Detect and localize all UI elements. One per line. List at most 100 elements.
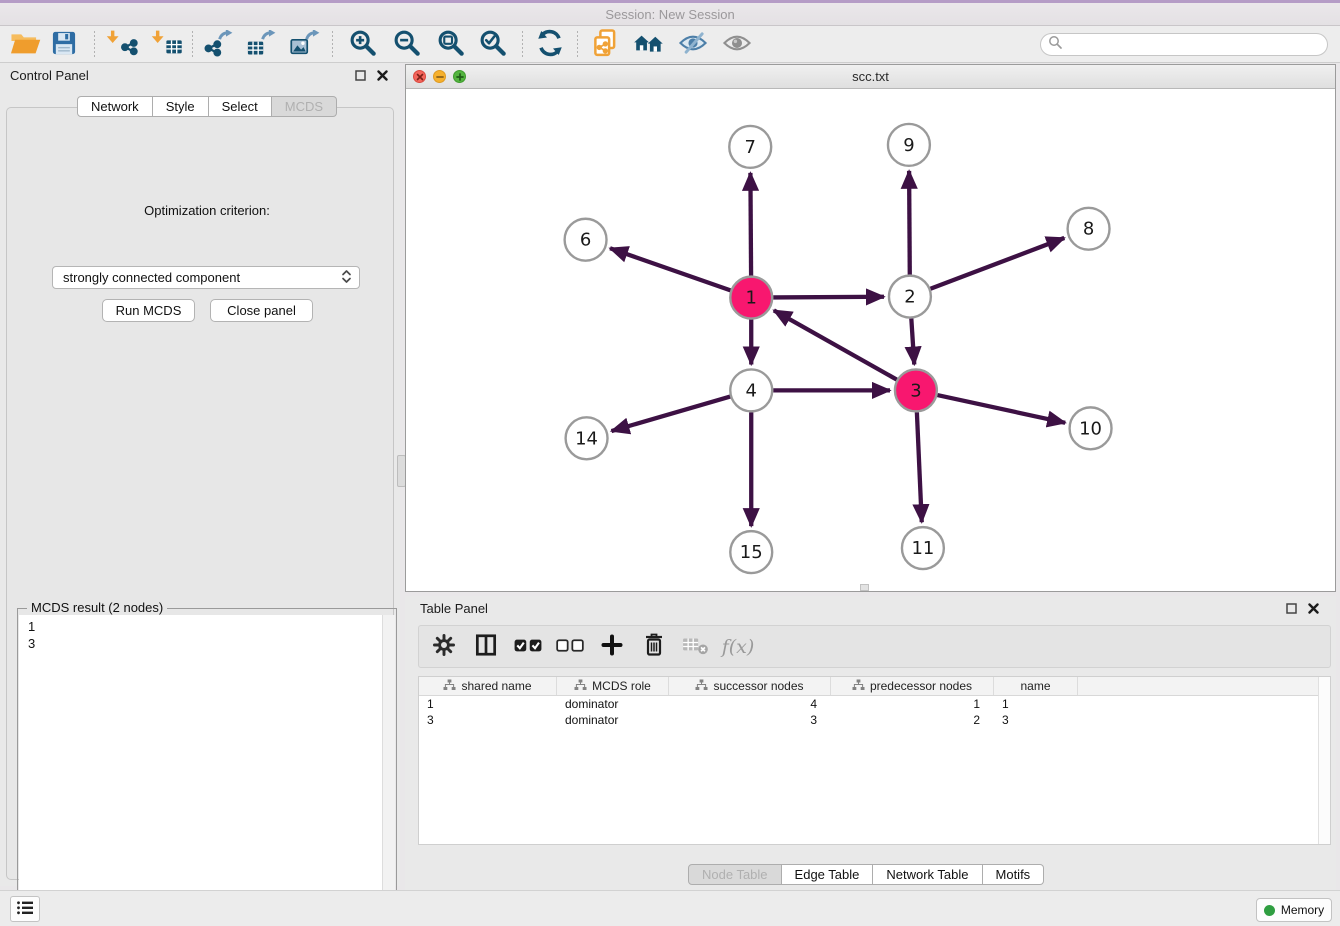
- refresh-button[interactable]: [533, 29, 567, 60]
- memory-button[interactable]: Memory: [1256, 898, 1332, 922]
- edge-2-8[interactable]: [930, 238, 1064, 289]
- node-4[interactable]: 4: [730, 369, 772, 411]
- search-field[interactable]: [1040, 33, 1328, 56]
- close-table-panel-icon[interactable]: [1305, 600, 1321, 616]
- edge-1-2[interactable]: [773, 297, 884, 298]
- zoom-in-button[interactable]: [346, 29, 380, 60]
- table-delete-icon: [682, 633, 710, 660]
- edge-4-14[interactable]: [611, 397, 730, 432]
- criterion-select[interactable]: strongly connected component: [52, 266, 360, 289]
- column-header-successor-nodes[interactable]: successor nodes: [669, 677, 831, 695]
- delete-column-button[interactable]: [637, 630, 671, 664]
- table-scrollbar[interactable]: [1318, 677, 1330, 844]
- node-1[interactable]: 1: [730, 277, 772, 319]
- export-table-button[interactable]: [245, 29, 279, 60]
- float-panel-icon[interactable]: [352, 67, 368, 83]
- search-input[interactable]: [1063, 38, 1327, 52]
- table-cell[interactable]: 3: [994, 712, 1078, 728]
- close-panel-icon[interactable]: [374, 67, 390, 83]
- column-header-MCDS-role[interactable]: MCDS role: [557, 677, 669, 695]
- main-toolbar: [0, 26, 1340, 63]
- tab-mcds[interactable]: MCDS: [272, 96, 337, 117]
- tab-network-table[interactable]: Network Table: [873, 864, 982, 885]
- zoom-selected-button[interactable]: [476, 29, 510, 60]
- table-toolbar: f(x): [418, 625, 1331, 668]
- table-row[interactable]: 1dominator411: [419, 696, 1330, 712]
- show-all-button[interactable]: [720, 29, 754, 60]
- tab-style[interactable]: Style: [153, 96, 209, 117]
- tab-edge-table[interactable]: Edge Table: [782, 864, 874, 885]
- node-2[interactable]: 2: [889, 276, 931, 318]
- export-image-icon: [290, 30, 322, 60]
- svg-text:7: 7: [745, 137, 756, 158]
- node-15[interactable]: 15: [730, 531, 772, 573]
- node-8[interactable]: 8: [1068, 208, 1110, 250]
- table-cell[interactable]: dominator: [557, 696, 669, 712]
- run-mcds-button[interactable]: Run MCDS: [102, 299, 195, 322]
- select-all-button[interactable]: [511, 630, 545, 664]
- export-network-button[interactable]: [202, 29, 236, 60]
- table-cell[interactable]: 4: [669, 696, 831, 712]
- tab-node-table[interactable]: Node Table: [688, 864, 782, 885]
- node-7[interactable]: 7: [729, 126, 771, 168]
- column-header-name[interactable]: name: [994, 677, 1078, 695]
- mcds-result-text[interactable]: 13: [19, 615, 382, 926]
- task-history-button[interactable]: [10, 896, 40, 922]
- close-panel-button[interactable]: Close panel: [210, 299, 313, 322]
- node-14[interactable]: 14: [566, 417, 608, 459]
- column-header-predecessor-nodes[interactable]: predecessor nodes: [831, 677, 994, 695]
- edge-1-7[interactable]: [750, 173, 751, 276]
- table-settings-button[interactable]: [427, 630, 461, 664]
- table-cell[interactable]: 1: [831, 696, 994, 712]
- node-10[interactable]: 10: [1070, 407, 1112, 449]
- deselect-all-button[interactable]: [553, 630, 587, 664]
- save-session-button[interactable]: [47, 29, 81, 60]
- network-resize-grip[interactable]: [860, 584, 869, 591]
- toolbar-separator: [577, 31, 578, 57]
- edge-3-1[interactable]: [774, 310, 897, 379]
- tab-select[interactable]: Select: [209, 96, 272, 117]
- node-3[interactable]: 3: [895, 369, 937, 411]
- table-cell[interactable]: 1: [994, 696, 1078, 712]
- function-builder-button[interactable]: f(x): [721, 630, 755, 664]
- tab-motifs[interactable]: Motifs: [983, 864, 1045, 885]
- edge-2-9[interactable]: [909, 171, 910, 275]
- tab-network[interactable]: Network: [77, 96, 153, 117]
- open-session-button[interactable]: [8, 29, 42, 60]
- hide-selected-button[interactable]: [676, 29, 710, 60]
- table-cell[interactable]: dominator: [557, 712, 669, 728]
- first-neighbors-button[interactable]: [632, 29, 666, 60]
- toolbar-separator: [192, 31, 193, 57]
- add-column-button[interactable]: [595, 630, 629, 664]
- import-network-button[interactable]: [105, 29, 139, 60]
- network-canvas[interactable]: 7 9 6 8 1 2 4 3 14 10 15 11: [406, 89, 1335, 591]
- column-selector-button[interactable]: [469, 630, 503, 664]
- column-label: name: [1020, 679, 1050, 693]
- node-6[interactable]: 6: [565, 219, 607, 261]
- mcds-result-box: 13: [17, 608, 397, 926]
- network-window-titlebar[interactable]: scc.txt: [406, 65, 1335, 89]
- result-scrollbar[interactable]: [382, 615, 395, 926]
- edge-3-11[interactable]: [917, 412, 922, 522]
- table-cell[interactable]: 3: [669, 712, 831, 728]
- table-cell[interactable]: 2: [831, 712, 994, 728]
- edge-2-3[interactable]: [911, 318, 914, 364]
- node-11[interactable]: 11: [902, 527, 944, 569]
- table-row[interactable]: 3dominator323: [419, 712, 1330, 728]
- float-table-panel-icon[interactable]: [1283, 600, 1299, 616]
- column-header-shared-name[interactable]: shared name: [419, 677, 557, 695]
- edge-3-10[interactable]: [937, 395, 1065, 423]
- table-cell[interactable]: 3: [419, 712, 557, 728]
- zoom-fit-icon: [436, 28, 466, 61]
- delete-table-button[interactable]: [679, 630, 713, 664]
- zoom-out-button[interactable]: [390, 29, 424, 60]
- export-image-button[interactable]: [289, 29, 323, 60]
- memory-label: Memory: [1281, 903, 1324, 917]
- copy-network-button[interactable]: [589, 29, 623, 60]
- node-9[interactable]: 9: [888, 124, 930, 166]
- edge-1-6[interactable]: [610, 248, 730, 290]
- zoom-fit-button[interactable]: [434, 29, 468, 60]
- import-table-button[interactable]: [150, 29, 184, 60]
- table-cell[interactable]: 1: [419, 696, 557, 712]
- mcds-result-label: MCDS result (2 nodes): [27, 600, 167, 615]
